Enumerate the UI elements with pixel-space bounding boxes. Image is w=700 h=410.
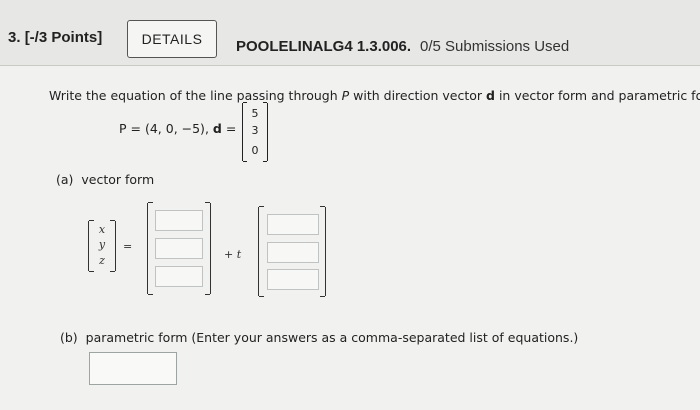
point-y-input[interactable]: [155, 238, 203, 259]
point-z-input[interactable]: [155, 266, 203, 287]
direction-x-input[interactable]: [267, 214, 319, 235]
prompt-text-end: in vector form and parametric form.: [498, 88, 700, 103]
part-b-text: parametric form (Enter your answers as a…: [85, 330, 579, 345]
plus-t-label: + t: [224, 248, 241, 261]
direction-vector-input-matrix: [258, 206, 326, 297]
direction-component: 5: [251, 107, 259, 120]
prompt-text-mid: with direction vector: [349, 88, 487, 103]
point-x-input[interactable]: [155, 210, 203, 231]
point-vector-matrix: [147, 202, 211, 295]
direction-component: 3: [251, 124, 259, 137]
part-a-letter: (a): [56, 172, 74, 187]
parametric-answer-input[interactable]: [89, 352, 177, 385]
equals-sign: =: [123, 240, 133, 253]
prompt-vector-symbol: d: [486, 88, 495, 103]
given-values: P = (4, 0, −5), d =: [119, 121, 236, 136]
question-prompt: Write the equation of the line passing t…: [49, 88, 700, 103]
points-label: [-/3 Points]: [24, 29, 103, 46]
parameter-t: t: [236, 248, 242, 261]
variable-z: z: [99, 254, 105, 267]
submissions-used: 0/5 Submissions Used: [420, 38, 570, 55]
part-a-label: (a) vector form: [56, 172, 154, 187]
direction-z-input[interactable]: [267, 269, 319, 290]
given-equals: =: [225, 121, 237, 136]
part-b-label: (b) parametric form (Enter your answers …: [60, 330, 578, 345]
variable-y: y: [98, 238, 106, 251]
details-button[interactable]: DETAILS: [127, 20, 217, 58]
question-index: 3.: [8, 29, 21, 46]
plus-sign: +: [224, 248, 234, 261]
question-number: 3. [-/3 Points]: [8, 29, 102, 46]
given-vector-symbol: d: [212, 121, 222, 136]
direction-vector-matrix: 5 3 0: [242, 102, 268, 162]
prompt-text-start: Write the equation of the line passing t…: [49, 88, 342, 103]
direction-y-input[interactable]: [267, 242, 319, 263]
variable-vector: x y z: [88, 220, 116, 272]
part-a-text: vector form: [81, 172, 155, 187]
question-header: 3. [-/3 Points] DETAILS POOLELINALG4 1.3…: [0, 0, 700, 66]
part-b-letter: (b): [60, 330, 78, 345]
direction-component: 0: [251, 144, 259, 157]
variable-x: x: [98, 223, 106, 236]
assignment-code: POOLELINALG4 1.3.006.: [236, 38, 412, 55]
given-point: P = (4, 0, −5),: [119, 121, 209, 136]
